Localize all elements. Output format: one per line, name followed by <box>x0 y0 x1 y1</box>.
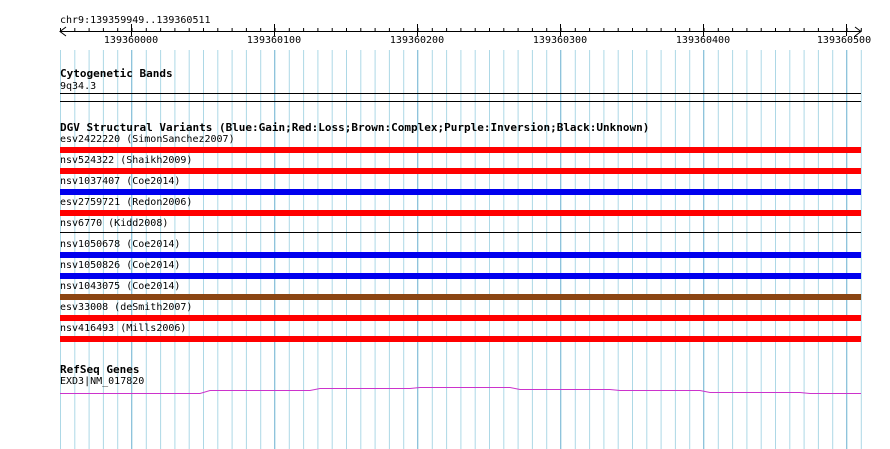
refseq-track-title: RefSeq Genes <box>60 363 140 376</box>
tick-label: 139360300 <box>532 35 588 46</box>
tick-label: 139360500 <box>816 35 872 46</box>
variant-label: nsv1050826 (Coe2014) <box>60 260 181 271</box>
variant-label: nsv1037407 (Coe2014) <box>60 176 181 187</box>
variant-bar[interactable] <box>60 147 861 153</box>
variant-bar[interactable] <box>60 189 861 195</box>
variant-label: nsv1043075 (Coe2014) <box>60 281 181 292</box>
variant-bar[interactable] <box>60 336 861 342</box>
variant-label: nsv1050678 (Coe2014) <box>60 239 181 250</box>
gene-label[interactable]: EXD3|NM_017820 <box>60 376 144 388</box>
variant-label: esv2759721 (Redon2006) <box>60 197 193 208</box>
genome-browser-view: chr9:139359949..139360511 139360000 1393… <box>0 0 890 449</box>
cytoband-label[interactable]: 9q34.3 <box>60 81 96 93</box>
variant-label: esv33008 (deSmith2007) <box>60 302 193 313</box>
dgv-track-title: DGV Structural Variants (Blue:Gain;Red:L… <box>60 121 650 134</box>
variant-label: nsv6770 (Kidd2008) <box>60 218 169 229</box>
variant-label: nsv416493 (Mills2006) <box>60 323 187 334</box>
location-label: chr9:139359949..139360511 <box>60 15 211 26</box>
variant-bar[interactable] <box>60 232 861 233</box>
tick-label: 139360100 <box>246 35 302 46</box>
tick-label: 139360200 <box>389 35 445 46</box>
variant-bar[interactable] <box>60 315 861 321</box>
variant-bar[interactable] <box>60 252 861 258</box>
variant-label: esv2422220 (SimonSanchez2007) <box>60 134 235 145</box>
tick-label: 139360400 <box>675 35 731 46</box>
gene-model-line <box>60 387 861 394</box>
variant-label: nsv524322 (Shaikh2009) <box>60 155 193 166</box>
variant-bar[interactable] <box>60 294 861 300</box>
variant-bar[interactable] <box>60 168 861 174</box>
variant-bar[interactable] <box>60 273 861 279</box>
tick-label: 139360000 <box>103 35 159 46</box>
variant-bar[interactable] <box>60 210 861 216</box>
cytoband-track-title: Cytogenetic Bands <box>60 67 173 80</box>
